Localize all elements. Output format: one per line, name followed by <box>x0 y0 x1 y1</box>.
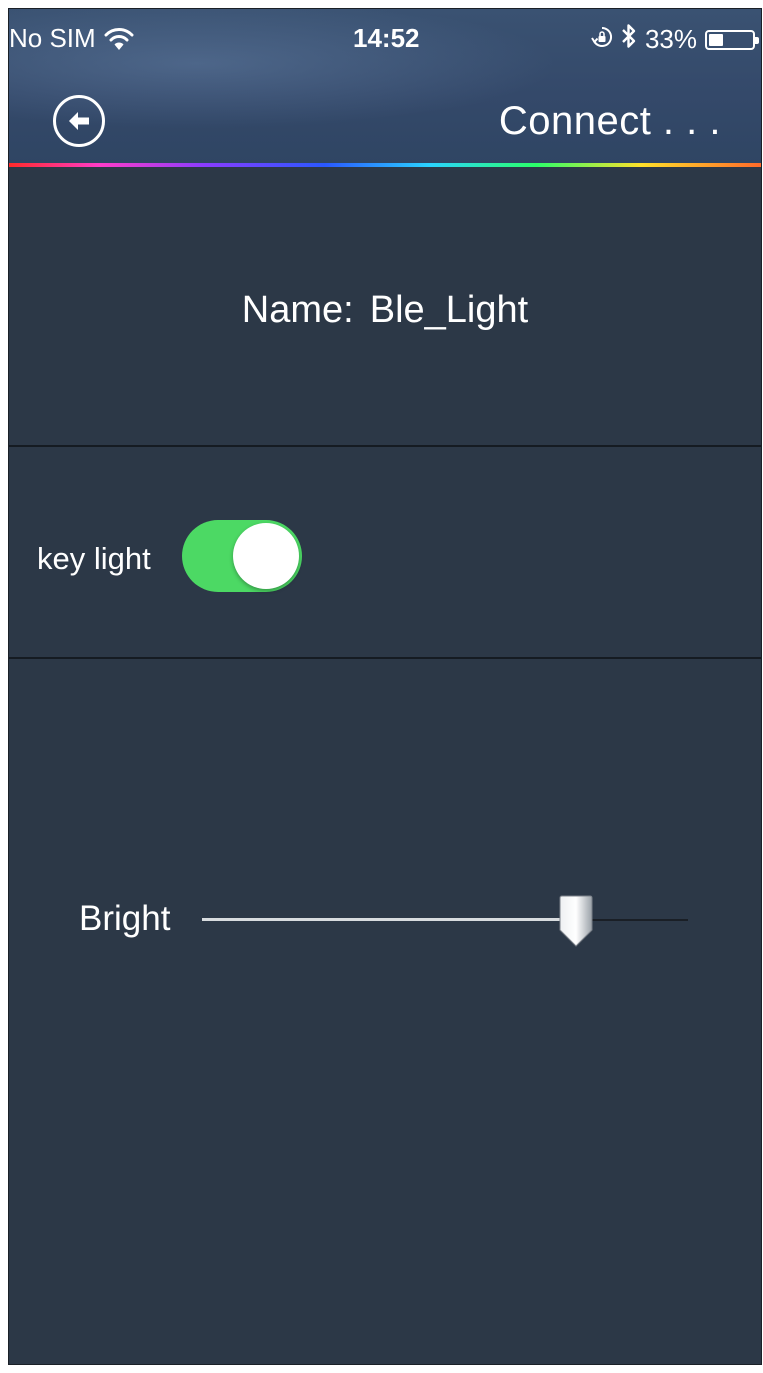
battery-level <box>709 33 723 46</box>
device-name-row: Name: Ble_Light <box>9 289 761 332</box>
bluetooth-icon <box>621 23 637 56</box>
bright-label: Bright <box>79 899 171 938</box>
device-name-value: Ble_Light <box>369 289 529 331</box>
back-button[interactable] <box>53 95 105 147</box>
status-bar: No SIM 14:52 33% <box>9 9 761 69</box>
device-name-section: Name: Ble_Light <box>9 167 761 445</box>
page-title: Connect . . . <box>498 99 721 143</box>
name-label: Name: <box>241 289 354 331</box>
key-light-section: key light <box>9 447 761 657</box>
carrier-label: No SIM <box>9 23 96 53</box>
brightness-section: Bright <box>9 659 761 1364</box>
battery-percent: 33% <box>644 24 697 54</box>
slider-fill <box>202 918 577 921</box>
carrier-group: No SIM <box>9 23 134 54</box>
toggle-knob <box>233 523 299 589</box>
orientation-lock-icon <box>591 24 613 55</box>
slider-thumb[interactable] <box>558 894 594 948</box>
battery-tip <box>755 36 759 44</box>
status-indicators: 33% <box>591 23 759 56</box>
brightness-slider[interactable] <box>202 895 688 947</box>
key-light-label: key light <box>37 541 151 576</box>
back-arrow-icon <box>69 112 89 130</box>
battery-icon <box>705 29 759 50</box>
app-screen: No SIM 14:52 33% Connect . . . Name: Ble… <box>8 8 762 1365</box>
key-light-toggle[interactable] <box>182 520 302 592</box>
wifi-icon <box>104 26 134 52</box>
clock: 14:52 <box>353 23 420 53</box>
header: No SIM 14:52 33% Connect . . . <box>9 9 761 165</box>
